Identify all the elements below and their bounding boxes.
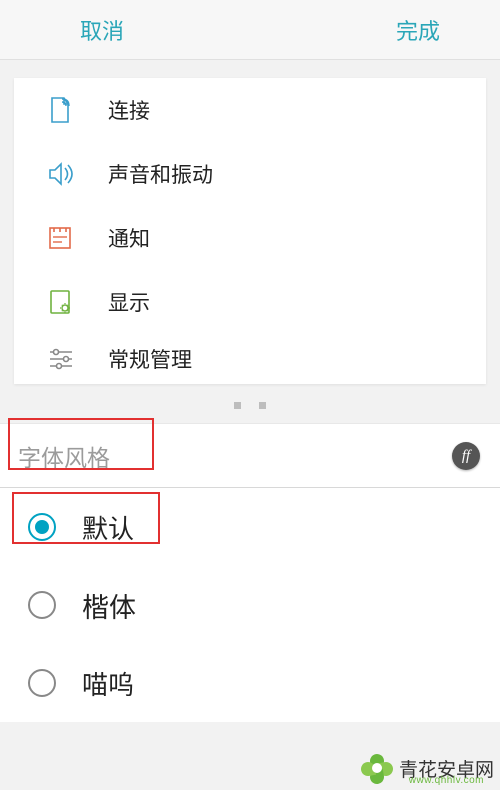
cancel-button[interactable]: 取消 [80,14,124,46]
font-style-title: 字体风格 [18,439,110,473]
font-option-label: 楷体 [82,586,136,625]
settings-item-notifications[interactable]: 通知 [14,206,486,270]
font-option-label: 喵呜 [82,665,134,702]
settings-label: 连接 [108,95,150,125]
font-option-miaowu[interactable]: 喵呜 [0,644,500,722]
settings-label: 声音和振动 [108,159,213,189]
font-style-panel: 字体风格 ff 默认 楷体 喵呜 [0,423,500,722]
settings-item-sound[interactable]: 声音和振动 [14,142,486,206]
connections-icon [48,96,88,124]
font-style-header: 字体风格 ff [0,424,500,488]
settings-label: 显示 [108,287,150,317]
font-badge-icon[interactable]: ff [452,442,480,470]
settings-label: 常规管理 [108,344,192,374]
settings-item-display[interactable]: 显示 [14,270,486,334]
settings-item-connections[interactable]: 连接 [14,78,486,142]
radio-selected-icon [28,513,56,541]
settings-item-general[interactable]: 常规管理 [14,334,486,384]
settings-label: 通知 [108,223,150,253]
watermark-url: www.qhhlv.com [409,775,484,786]
flower-icon [361,752,393,784]
font-option-kaiti[interactable]: 楷体 [0,566,500,644]
font-option-default[interactable]: 默认 [0,488,500,566]
font-option-label: 默认 [82,509,134,546]
notifications-icon [48,226,88,250]
done-button[interactable]: 完成 [396,14,440,46]
radio-icon [28,591,56,619]
watermark: 青花安卓网 www.qhhlv.com [361,752,494,784]
sliders-icon [48,348,88,370]
display-icon [48,289,88,315]
dot [234,402,241,409]
watermark-text: 青花安卓网 [399,755,494,782]
modal-header: 取消 完成 [0,0,500,60]
sound-icon [48,162,88,186]
page-indicator [0,394,500,423]
radio-icon [28,669,56,697]
dot [259,402,266,409]
settings-panel: 连接 声音和振动 通知 显示 常规管理 [14,78,486,384]
